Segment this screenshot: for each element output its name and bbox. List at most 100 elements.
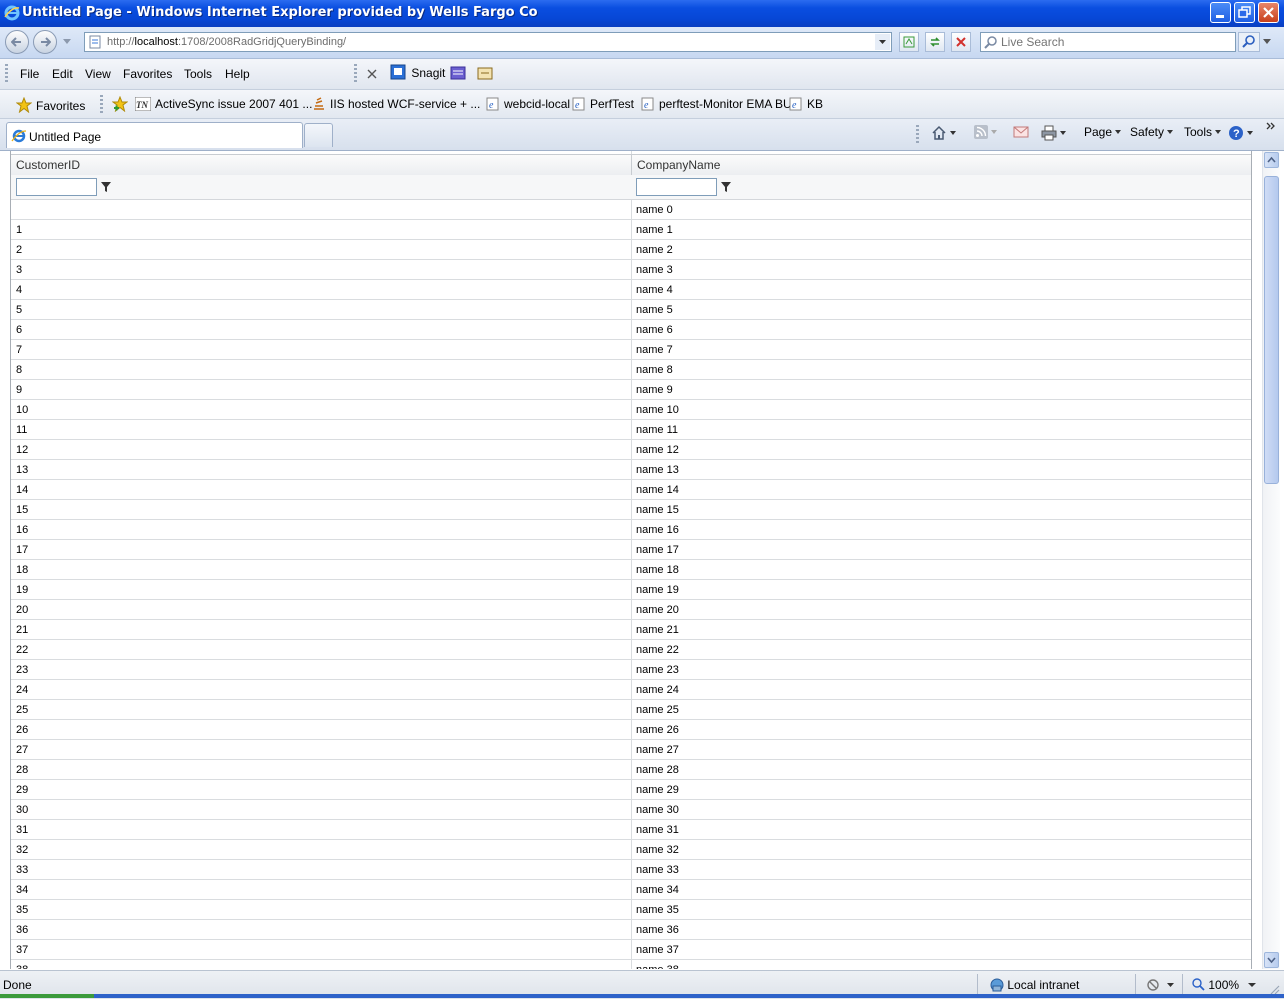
table-row[interactable]: 24 name 24	[11, 680, 1251, 700]
table-row[interactable]: 23 name 23	[11, 660, 1251, 680]
toolbar-grip[interactable]	[5, 64, 8, 84]
table-row[interactable]: 18 name 18	[11, 560, 1251, 580]
table-row[interactable]: 26 name 26	[11, 720, 1251, 740]
print-button[interactable]	[1041, 125, 1066, 141]
security-zone[interactable]: Local intranet	[990, 978, 1079, 992]
snagit-button[interactable]: Snagit	[390, 64, 445, 84]
table-row[interactable]: 13 name 13	[11, 460, 1251, 480]
scroll-thumb[interactable]	[1264, 176, 1279, 484]
table-row[interactable]: 35 name 35	[11, 900, 1251, 920]
minimize-button[interactable]	[1210, 2, 1231, 23]
scroll-up-button[interactable]	[1264, 152, 1279, 168]
column-header-companyname[interactable]: CompanyName	[631, 155, 1251, 175]
table-row[interactable]: 34 name 34	[11, 880, 1251, 900]
new-tab-button[interactable]	[304, 123, 333, 147]
table-row[interactable]: 7 name 7	[11, 340, 1251, 360]
menu-file[interactable]: File	[20, 67, 39, 81]
table-row[interactable]: 29 name 29	[11, 780, 1251, 800]
table-row[interactable]: 38 name 38	[11, 960, 1251, 969]
address-url[interactable]: http://localhost:1708/2008RadGridjQueryB…	[107, 36, 346, 48]
chevron-overflow-icon[interactable]	[1266, 122, 1276, 130]
table-row[interactable]: name 0	[11, 200, 1251, 220]
table-row[interactable]: 6 name 6	[11, 320, 1251, 340]
fav-link-kb[interactable]: e KB	[789, 97, 823, 111]
companyname-filter-input[interactable]	[636, 178, 717, 196]
filter-icon[interactable]	[101, 182, 111, 192]
table-row[interactable]: 27 name 27	[11, 740, 1251, 760]
search-options-dropdown-icon[interactable]	[1263, 39, 1271, 45]
toolbar-grip[interactable]	[354, 64, 357, 84]
menu-tools[interactable]: Tools	[184, 67, 212, 81]
vertical-scrollbar[interactable]	[1262, 151, 1280, 969]
start-button-edge[interactable]	[0, 994, 94, 998]
toolbar-grip[interactable]	[100, 95, 103, 115]
safety-menu-button[interactable]: Safety	[1130, 125, 1174, 139]
address-bar[interactable]: http://localhost:1708/2008RadGridjQueryB…	[84, 32, 892, 52]
table-row[interactable]: 21 name 21	[11, 620, 1251, 640]
maximize-button[interactable]	[1234, 2, 1255, 23]
tools-menu-button[interactable]: Tools	[1184, 125, 1222, 139]
fav-link-iis-wcf[interactable]: IIS hosted WCF-service + ...	[312, 97, 480, 111]
table-row[interactable]: 17 name 17	[11, 540, 1251, 560]
protected-mode-icon[interactable]	[1146, 978, 1176, 992]
add-to-favorites-bar-icon[interactable]	[112, 96, 128, 112]
table-row[interactable]: 20 name 20	[11, 600, 1251, 620]
read-mail-button[interactable]	[1013, 125, 1029, 139]
search-box[interactable]	[980, 32, 1236, 52]
table-row[interactable]: 16 name 16	[11, 520, 1251, 540]
table-row[interactable]: 32 name 32	[11, 840, 1251, 860]
table-row[interactable]: 12 name 12	[11, 440, 1251, 460]
table-row[interactable]: 28 name 28	[11, 760, 1251, 780]
menu-help[interactable]: Help	[225, 67, 250, 81]
table-row[interactable]: 15 name 15	[11, 500, 1251, 520]
toolbar-grip[interactable]	[916, 125, 919, 145]
customerid-filter-input[interactable]	[16, 178, 97, 196]
fav-link-perftest-monitor[interactable]: e perftest-Monitor EMA BU	[641, 97, 792, 111]
compatibility-button[interactable]	[899, 32, 919, 52]
table-row[interactable]: 31 name 31	[11, 820, 1251, 840]
table-row[interactable]: 25 name 25	[11, 700, 1251, 720]
table-row[interactable]: 3 name 3	[11, 260, 1251, 280]
table-row[interactable]: 1 name 1	[11, 220, 1251, 240]
back-button[interactable]	[5, 30, 29, 54]
table-row[interactable]: 37 name 37	[11, 940, 1251, 960]
refresh-button[interactable]	[925, 32, 945, 52]
table-row[interactable]: 30 name 30	[11, 800, 1251, 820]
feeds-button[interactable]	[974, 125, 997, 139]
home-button[interactable]	[931, 125, 956, 141]
column-header-customerid[interactable]: CustomerID	[11, 155, 631, 175]
address-dropdown-icon[interactable]	[875, 34, 890, 50]
tab-untitled-page[interactable]: Untitled Page	[6, 122, 303, 148]
search-go-button[interactable]	[1238, 32, 1260, 52]
snagit-capture-icon[interactable]	[450, 65, 466, 81]
menu-view[interactable]: View	[85, 67, 111, 81]
close-window-button[interactable]	[1258, 2, 1279, 23]
stop-button[interactable]	[951, 32, 971, 52]
table-row[interactable]: 11 name 11	[11, 420, 1251, 440]
menu-favorites[interactable]: Favorites	[123, 67, 172, 81]
help-menu-button[interactable]: ?	[1228, 125, 1253, 141]
table-row[interactable]: 22 name 22	[11, 640, 1251, 660]
favorites-button[interactable]: Favorites	[16, 97, 85, 113]
zoom-dropdown-icon[interactable]	[1248, 983, 1256, 988]
table-row[interactable]: 19 name 19	[11, 580, 1251, 600]
table-row[interactable]: 5 name 5	[11, 300, 1251, 320]
table-row[interactable]: 10 name 10	[11, 400, 1251, 420]
snagit-editor-icon[interactable]	[477, 65, 493, 81]
table-row[interactable]: 4 name 4	[11, 280, 1251, 300]
table-row[interactable]: 2 name 2	[11, 240, 1251, 260]
table-row[interactable]: 33 name 33	[11, 860, 1251, 880]
table-row[interactable]: 14 name 14	[11, 480, 1251, 500]
filter-icon[interactable]	[721, 182, 731, 192]
recent-pages-dropdown-icon[interactable]	[63, 39, 71, 45]
fav-link-perftest[interactable]: e PerfTest	[572, 97, 634, 111]
menu-edit[interactable]: Edit	[52, 67, 73, 81]
fav-link-webcid-local[interactable]: e webcid-local	[486, 97, 570, 111]
fav-link-activesync[interactable]: TN ActiveSync issue 2007 401 ...	[135, 97, 312, 111]
table-row[interactable]: 8 name 8	[11, 360, 1251, 380]
table-row[interactable]: 9 name 9	[11, 380, 1251, 400]
zoom-level-button[interactable]: 100%	[1192, 978, 1239, 992]
close-toolbar-icon[interactable]	[367, 69, 377, 79]
forward-button[interactable]	[33, 30, 57, 54]
table-row[interactable]: 36 name 36	[11, 920, 1251, 940]
